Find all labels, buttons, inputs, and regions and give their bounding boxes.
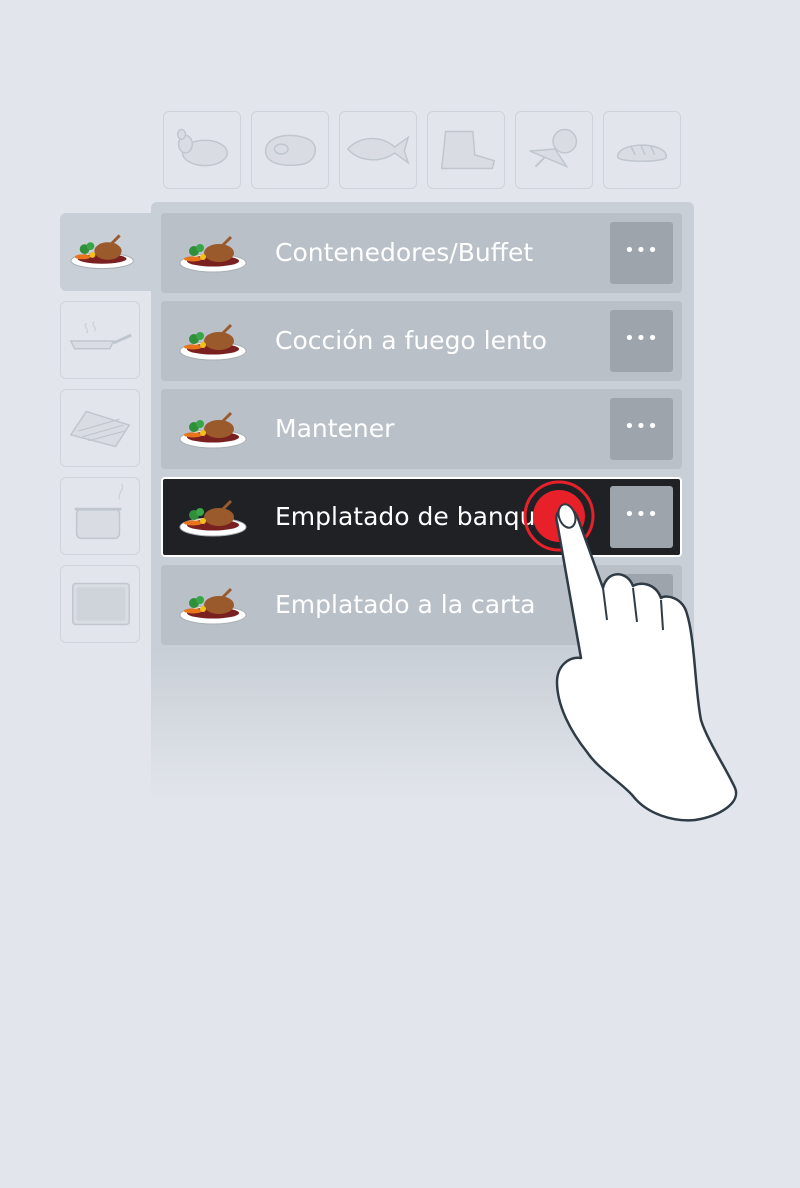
plate-icon	[179, 411, 247, 449]
category-tab-poultry[interactable]	[163, 111, 241, 189]
vegetables-icon	[529, 128, 578, 169]
category-tab-meat[interactable]	[251, 111, 329, 189]
category-tab-bread[interactable]	[603, 111, 681, 189]
poultry-icon	[176, 128, 229, 167]
list-item[interactable]: Cocción a fuego lento •••	[161, 301, 682, 381]
oven-icon	[71, 582, 130, 626]
more-options-button[interactable]: •••	[610, 222, 673, 284]
list-item[interactable]: Mantener •••	[161, 389, 682, 469]
list-item-label: Emplatado a la carta	[275, 590, 536, 619]
pan-frying-icon	[69, 320, 132, 350]
list-item-label: Mantener	[275, 414, 395, 443]
method-tab-oven[interactable]	[60, 565, 140, 643]
category-tab-fish[interactable]	[339, 111, 417, 189]
bakery-product-icon	[440, 130, 496, 170]
method-tab-pan-frying[interactable]	[60, 301, 140, 379]
method-tab-grill[interactable]	[60, 389, 140, 467]
more-options-button[interactable]: •••	[610, 398, 673, 460]
plate-icon	[179, 499, 247, 537]
category-tab-bakery[interactable]	[427, 111, 505, 189]
pointing-hand-icon	[523, 480, 738, 822]
list-item-label: Cocción a fuego lento	[275, 326, 547, 355]
grill-icon	[69, 410, 131, 448]
category-tab-vegetables[interactable]	[515, 111, 593, 189]
more-options-button[interactable]: •••	[610, 310, 673, 372]
finishing-plate-icon	[70, 234, 134, 270]
plate-icon	[179, 235, 247, 273]
fish-icon	[346, 135, 410, 165]
steam-pot-icon	[74, 483, 124, 540]
list-item-label: Contenedores/Buffet	[275, 238, 534, 267]
plate-icon	[179, 587, 247, 625]
plate-icon	[179, 323, 247, 361]
bread-icon	[616, 144, 668, 162]
method-tab-finishing[interactable]	[60, 213, 154, 291]
method-tab-steam[interactable]	[60, 477, 140, 555]
meat-icon	[264, 134, 317, 166]
list-item[interactable]: Contenedores/Buffet •••	[161, 213, 682, 293]
